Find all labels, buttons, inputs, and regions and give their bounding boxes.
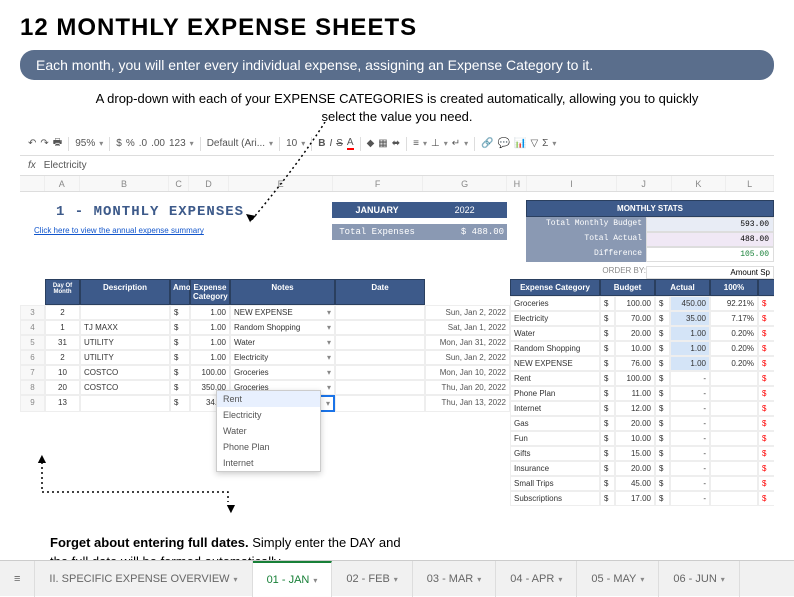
chart-icon[interactable]: 📊 xyxy=(514,138,526,149)
tab-iispecificexpenseoverview[interactable]: II. SPECIFIC EXPENSE OVERVIEW ▾ xyxy=(35,561,252,597)
banner: Each month, you will enter every individ… xyxy=(20,50,774,80)
toolbar: ↶ ↷ 🖶 95%▾ $ % .0 .00 123▾ Default (Ari.… xyxy=(20,132,774,156)
align-icon[interactable]: ≡ xyxy=(413,138,419,149)
sheet-tabs[interactable]: ≡ II. SPECIFIC EXPENSE OVERVIEW ▾01 - JA… xyxy=(0,560,794,596)
currency-icon[interactable]: $ xyxy=(116,138,122,149)
fx-icon: fx xyxy=(28,160,36,171)
font-select[interactable]: Default (Ari... xyxy=(207,138,265,149)
stats-title: MONTHLY STATS xyxy=(526,200,774,217)
month-label: JANUARY xyxy=(332,202,422,218)
font-size[interactable]: 10 xyxy=(286,138,297,149)
filter-icon[interactable]: ▽ xyxy=(530,138,538,149)
percent-icon[interactable]: % xyxy=(126,138,135,149)
tab-01jan[interactable]: 01 - JAN ▾ xyxy=(253,561,333,597)
tab-05may[interactable]: 05 - MAY ▾ xyxy=(577,561,659,597)
print-icon[interactable]: 🖶 xyxy=(53,135,62,152)
category-table[interactable]: Expense CategoryBudgetActual100%Grocerie… xyxy=(510,279,774,506)
fill-color-icon[interactable]: ◆ xyxy=(367,138,375,149)
annotation-top: A drop-down with each of your EXPENSE CA… xyxy=(80,90,714,126)
column-headers: ABCDEFGHIJKL xyxy=(20,176,774,192)
redo-icon[interactable]: ↷ xyxy=(40,138,48,149)
page-title: 12 MONTHLY EXPENSE SHEETS xyxy=(20,14,774,42)
total-exp-value: $ 488.00 xyxy=(422,224,507,240)
format-number[interactable]: 123 xyxy=(169,138,186,149)
dec-more-icon[interactable]: .00 xyxy=(151,138,165,149)
total-exp-label: Total Expenses xyxy=(332,224,422,240)
tab-04apr[interactable]: 04 - APR ▾ xyxy=(496,561,577,597)
bold-icon[interactable]: B xyxy=(318,138,325,149)
tab-menu-icon[interactable]: ≡ xyxy=(0,561,35,597)
italic-icon[interactable]: I xyxy=(329,138,332,149)
tab-02feb[interactable]: 02 - FEB ▾ xyxy=(332,561,412,597)
functions-icon[interactable]: Σ xyxy=(542,138,548,149)
year-label: 2022 xyxy=(422,202,507,218)
summary-link[interactable]: Click here to view the annual expense su… xyxy=(20,226,332,235)
category-dropdown[interactable]: RentElectricityWaterPhone PlanInternet xyxy=(216,390,321,472)
tab-03mar[interactable]: 03 - MAR ▾ xyxy=(413,561,496,597)
link-icon[interactable]: 🔗 xyxy=(481,138,493,149)
dec-less-icon[interactable]: .0 xyxy=(139,138,147,149)
strike-icon[interactable]: S xyxy=(336,138,343,149)
text-color-icon[interactable]: A xyxy=(347,137,354,150)
comment-icon[interactable]: 💬 xyxy=(498,138,510,149)
spreadsheet-area[interactable]: 1 - MONTHLY EXPENSES Click here to view … xyxy=(20,192,774,506)
wrap-icon[interactable]: ↵ xyxy=(452,138,460,149)
undo-icon[interactable]: ↶ xyxy=(28,138,36,149)
valign-icon[interactable]: ⊥ xyxy=(431,138,440,149)
merge-icon[interactable]: ⬌ xyxy=(392,138,400,149)
sheet-heading: 1 - MONTHLY EXPENSES xyxy=(20,192,332,226)
zoom-select[interactable]: 95% xyxy=(75,138,95,149)
formula-bar[interactable]: fx Electricity xyxy=(20,156,774,176)
borders-icon[interactable]: ▦ xyxy=(378,138,387,149)
formula-value[interactable]: Electricity xyxy=(44,160,87,171)
tab-06jun[interactable]: 06 - JUN ▾ xyxy=(659,561,739,597)
